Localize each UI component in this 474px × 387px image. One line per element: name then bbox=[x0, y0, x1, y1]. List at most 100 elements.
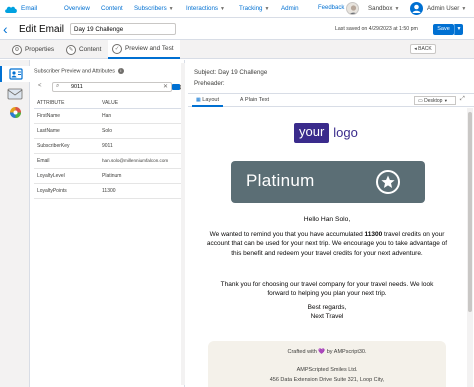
email-preview-panel: Subject: Day 19 Challenge Preheader: ▦ L… bbox=[188, 60, 474, 387]
sandbox-menu[interactable]: Sandbox ▼ bbox=[368, 5, 399, 12]
person-icon bbox=[349, 5, 358, 14]
save-options-button[interactable]: ▼ bbox=[454, 24, 463, 35]
chevron-left-icon[interactable]: < bbox=[38, 83, 42, 89]
sandbox-avatar bbox=[346, 2, 359, 15]
layout-icon: ▦ bbox=[196, 97, 201, 103]
save-button[interactable]: Save bbox=[433, 24, 454, 35]
attribute-name: LoyaltyPoints bbox=[34, 183, 101, 199]
back-chevron-icon[interactable]: ‹ bbox=[3, 21, 8, 37]
chevron-down-icon: ▼ bbox=[264, 6, 270, 12]
nav-overview[interactable]: Overview bbox=[64, 5, 90, 12]
left-panel-scrollbar[interactable] bbox=[181, 63, 185, 385]
check-icon: ✓ bbox=[112, 43, 122, 54]
nav-interactions[interactable]: Interactions ▼ bbox=[186, 5, 225, 12]
attribute-value: 11300 bbox=[101, 183, 184, 199]
user-menu[interactable]: Admin User ▼ bbox=[427, 5, 466, 12]
attribute-value: Solo bbox=[101, 123, 184, 139]
preview-side-rail bbox=[0, 60, 30, 387]
table-row: LoyaltyLevel Platinum bbox=[34, 168, 184, 184]
nav-admin[interactable]: Admin bbox=[281, 5, 299, 12]
expand-icon[interactable]: ⤢ bbox=[460, 96, 465, 103]
app-name: Email bbox=[21, 5, 38, 12]
editor-tabs: ⚙ Properties ✎ Content ✓ Preview and Tes… bbox=[0, 40, 474, 59]
color-wheel-icon bbox=[9, 106, 21, 118]
table-row: SubscriberKey 9011 bbox=[34, 138, 184, 154]
email-greeting: Hello Han Solo, bbox=[303, 216, 351, 223]
user-icon bbox=[412, 4, 421, 13]
tab-properties[interactable]: ⚙ Properties bbox=[12, 40, 54, 59]
back-button[interactable]: ◂ BACK bbox=[410, 44, 436, 54]
subject-value: Day 19 Challenge bbox=[218, 69, 268, 76]
email-footer: Crafted with 💜 by AMPscript30. AMPScript… bbox=[208, 341, 446, 387]
info-icon[interactable]: i bbox=[117, 68, 124, 74]
attribute-name: Email bbox=[34, 153, 101, 169]
tab-label: Properties bbox=[25, 46, 55, 53]
email-signature: Best regards, Next Travel bbox=[188, 303, 466, 322]
column-header: ATTRIBUTE bbox=[34, 98, 101, 109]
tab-plain-text[interactable]: A Plain Text bbox=[240, 94, 269, 107]
chevron-down-icon: ▼ bbox=[220, 6, 225, 12]
tab-label: Preview and Test bbox=[125, 45, 174, 52]
last-saved-text: Last saved on 4/29/2023 at 1:50 pm bbox=[335, 26, 418, 32]
nav-content[interactable]: Content bbox=[101, 5, 123, 12]
subject-line: Subject: Day 19 Challenge bbox=[194, 69, 267, 76]
attribute-table: ATTRIBUTE VALUE FirstName Han LastName Sol… bbox=[34, 98, 184, 199]
tab-label: Content bbox=[79, 46, 102, 53]
email-logo: your logo bbox=[294, 122, 358, 143]
page-title: Edit Email bbox=[19, 24, 65, 35]
email-paragraph-2: Thank you for choosing our travel compan… bbox=[220, 281, 434, 298]
device-value: Desktop bbox=[424, 98, 443, 104]
nav-tracking[interactable]: Tracking ▼ bbox=[239, 5, 269, 12]
closing-text: Best regards, bbox=[307, 304, 347, 311]
scrollbar-thumb[interactable] bbox=[468, 112, 472, 312]
signoff-text: Next Travel bbox=[310, 313, 344, 321]
subscriber-search-input[interactable]: ⌕ 9011 ✕ bbox=[52, 82, 172, 92]
attribute-name: FirstName bbox=[34, 108, 101, 124]
user-avatar[interactable] bbox=[410, 2, 423, 15]
subject-label: Subject: bbox=[194, 69, 217, 76]
chevron-down-icon: ▼ bbox=[394, 6, 400, 12]
tab-label: Layout bbox=[202, 97, 220, 103]
logo-text: logo bbox=[333, 125, 358, 140]
attribute-name: LastName bbox=[34, 123, 101, 139]
preview-mode-tabs: ▦ Layout A Plain Text ▭ Desktop ▼ ⤢ bbox=[188, 93, 474, 107]
email-paragraph-1: We wanted to remind you that you have ac… bbox=[206, 230, 448, 258]
footer-credit: Crafted with 💜 by AMPscript30. bbox=[287, 349, 367, 355]
search-value: 9011 bbox=[71, 84, 83, 90]
table-row: LoyaltyPoints 11300 bbox=[34, 183, 184, 199]
column-header: VALUE bbox=[101, 98, 184, 109]
star-icon bbox=[381, 175, 395, 188]
preview-scrollbar[interactable] bbox=[467, 108, 473, 387]
content-detective-tool[interactable] bbox=[6, 104, 24, 120]
folder-icon[interactable] bbox=[172, 84, 180, 90]
table-row: FirstName Han bbox=[34, 108, 184, 124]
footer-company: AMPScripted Smiles Ltd. bbox=[296, 367, 358, 373]
subscriber-preview-tool[interactable] bbox=[0, 66, 30, 82]
table-header-row: ATTRIBUTE VALUE bbox=[34, 98, 184, 109]
star-badge-icon bbox=[376, 170, 400, 194]
gear-icon: ⚙ bbox=[12, 44, 22, 55]
tab-preview-and-test[interactable]: ✓ Preview and Test bbox=[108, 40, 180, 59]
attribute-value: 9011 bbox=[101, 138, 184, 154]
chevron-down-icon: ▼ bbox=[456, 26, 462, 32]
attribute-name: LoyaltyLevel bbox=[34, 168, 101, 184]
tab-layout[interactable]: ▦ Layout bbox=[192, 94, 224, 107]
app-brand[interactable]: Email bbox=[4, 4, 58, 14]
loyalty-banner: Platinum bbox=[231, 161, 425, 203]
email-name-field[interactable]: Day 19 Challenge bbox=[70, 23, 176, 35]
tab-content[interactable]: ✎ Content bbox=[66, 40, 101, 59]
chevron-down-icon: ▼ bbox=[461, 6, 467, 12]
feedback-link[interactable]: Feedback bbox=[318, 5, 344, 11]
device-select[interactable]: ▭ Desktop ▼ bbox=[414, 96, 456, 105]
clear-icon[interactable]: ✕ bbox=[163, 83, 168, 90]
inbox-icon bbox=[7, 88, 23, 99]
test-send-tool[interactable] bbox=[6, 85, 24, 101]
preheader-label: Preheader: bbox=[194, 80, 225, 87]
nav-subscribers[interactable]: Subscribers ▼ bbox=[134, 5, 174, 12]
desktop-icon: ▭ bbox=[418, 98, 423, 104]
text: We wanted to remind you that you have ac… bbox=[209, 231, 365, 238]
points-value: 11300 bbox=[364, 231, 383, 238]
chevron-down-icon: ▼ bbox=[168, 6, 174, 12]
panel-heading: Subscriber Preview and Attributes i bbox=[34, 68, 124, 74]
subscriber-panel: Subscriber Preview and Attributes i < ⌕ 9… bbox=[30, 60, 185, 387]
